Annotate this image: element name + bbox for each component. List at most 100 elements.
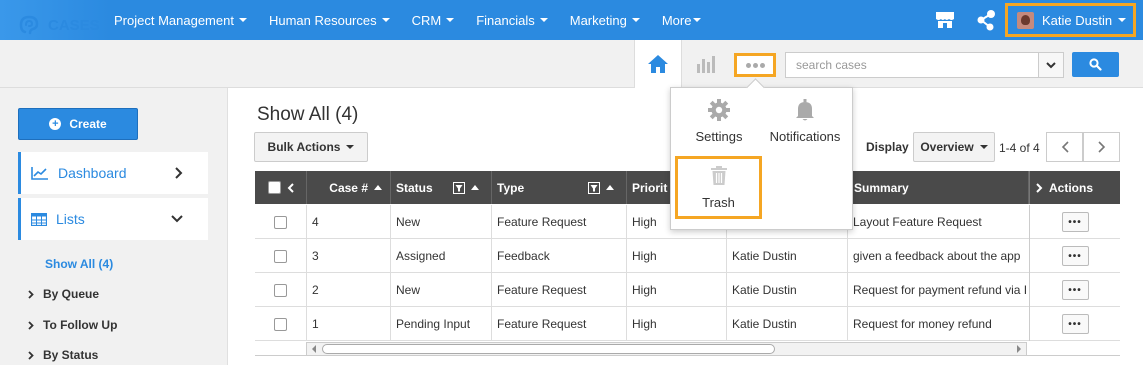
home-icon — [648, 55, 668, 73]
bell-icon — [796, 99, 814, 121]
avatar — [1017, 11, 1034, 29]
row-checkbox[interactable] — [274, 249, 287, 263]
plus-icon: + — [49, 118, 62, 130]
sidebar-item-by-status[interactable]: By Status — [28, 348, 98, 362]
chevron-right-icon — [1097, 141, 1105, 153]
case-status: Assigned — [391, 239, 492, 273]
case-summary[interactable]: Layout Feature Request — [848, 205, 1029, 239]
scroll-left-icon[interactable] — [311, 345, 317, 353]
sidebar-item-show-all[interactable]: Show All (4) — [45, 257, 113, 271]
chevron-down-icon — [1046, 61, 1056, 68]
column-case-number[interactable]: Case # — [307, 171, 391, 204]
case-type: Feedback — [492, 239, 627, 273]
search-input[interactable] — [785, 52, 1039, 78]
row-actions-button[interactable]: ••• — [1061, 314, 1089, 334]
chevron-down-icon — [693, 18, 702, 22]
nav-more[interactable]: More — [651, 13, 713, 28]
case-number[interactable]: 1 — [307, 307, 391, 341]
nav-marketing[interactable]: Marketing — [559, 13, 651, 28]
row-checkbox[interactable] — [274, 283, 287, 297]
table-row[interactable]: 1 Pending Input Feature Request High Kat… — [255, 307, 1120, 341]
menu-item-settings[interactable]: Settings — [696, 98, 743, 144]
bulk-actions-button[interactable]: Bulk Actions — [254, 132, 368, 162]
nav-financials[interactable]: Financials — [465, 13, 559, 28]
sidebar-item-by-queue[interactable]: By Queue — [28, 287, 99, 301]
filter-icon[interactable] — [588, 181, 601, 194]
menu-item-notifications[interactable]: Notifications — [768, 98, 842, 144]
case-number[interactable]: 3 — [307, 239, 391, 273]
connections-icon[interactable] — [976, 9, 996, 31]
user-menu[interactable]: Katie Dustin — [1005, 3, 1136, 37]
table-row[interactable]: 2 New Feature Request High Katie Dustin … — [255, 273, 1120, 307]
case-status: Pending Input — [391, 307, 492, 341]
row-checkbox[interactable] — [274, 215, 287, 229]
case-summary[interactable]: given a feedback about the app — [848, 239, 1029, 273]
trash-icon — [710, 165, 727, 185]
chevron-down-icon — [346, 145, 355, 149]
search-button[interactable] — [1072, 52, 1119, 77]
column-summary[interactable]: Summary — [848, 171, 1029, 204]
sort-up-icon — [374, 185, 382, 190]
row-actions-button[interactable]: ••• — [1061, 280, 1089, 300]
row-checkbox[interactable] — [274, 317, 287, 331]
more-options-button[interactable] — [734, 53, 776, 77]
nav-project-management[interactable]: Project Management — [103, 13, 258, 28]
line-chart-icon — [31, 167, 48, 180]
store-icon[interactable] — [935, 11, 955, 29]
chevron-down-icon — [631, 18, 640, 22]
select-all-checkbox[interactable] — [267, 181, 281, 194]
main-nav: Project Management Human Resources CRM F… — [103, 0, 712, 40]
module-title: CASES — [18, 14, 100, 36]
divider — [255, 355, 1120, 356]
chevron-down-icon — [1118, 18, 1127, 22]
filter-icon[interactable] — [452, 181, 465, 194]
chevron-down-icon — [171, 215, 183, 223]
chevron-right-icon[interactable] — [1036, 182, 1043, 193]
menu-item-trash[interactable]: Trash — [675, 156, 762, 219]
gear-icon — [708, 99, 730, 121]
chevron-left-icon[interactable] — [287, 182, 294, 193]
more-options-menu: Settings Notifications Trash — [670, 87, 853, 230]
sidebar-item-to-follow-up[interactable]: To Follow Up — [28, 318, 117, 332]
case-assigned: Katie Dustin — [727, 239, 848, 273]
case-status: New — [391, 273, 492, 307]
display-select[interactable]: Overview — [913, 132, 995, 162]
sidebar-item-lists[interactable]: Lists — [18, 198, 208, 240]
case-summary[interactable]: Request for money refund — [848, 307, 1029, 341]
chevron-right-icon — [28, 289, 34, 299]
case-type: Feature Request — [492, 205, 627, 239]
search-filter-dropdown[interactable] — [1039, 52, 1064, 78]
top-navigation-bar: Project Management Human Resources CRM F… — [0, 0, 1143, 40]
table-row[interactable]: 3 Assigned Feedback High Katie Dustin gi… — [255, 239, 1120, 273]
row-actions-button[interactable]: ••• — [1061, 212, 1089, 232]
case-assigned: Katie Dustin — [727, 273, 848, 307]
select-all-column — [255, 171, 307, 204]
scrollbar-thumb[interactable] — [322, 344, 775, 354]
scroll-right-icon[interactable] — [1016, 345, 1022, 353]
column-type[interactable]: Type — [492, 171, 627, 204]
case-priority: High — [627, 239, 727, 273]
chevron-down-icon — [979, 145, 988, 149]
previous-page-button[interactable] — [1046, 132, 1083, 162]
case-summary[interactable]: Request for payment refund via I — [848, 273, 1029, 307]
row-actions-button[interactable]: ••• — [1061, 246, 1089, 266]
sort-up-icon — [606, 185, 615, 190]
bar-chart-icon — [696, 56, 715, 73]
chevron-down-icon — [238, 18, 247, 22]
search-icon — [1089, 58, 1102, 71]
case-type: Feature Request — [492, 307, 627, 341]
reports-tab[interactable] — [683, 40, 728, 88]
horizontal-scrollbar[interactable] — [306, 342, 1027, 356]
chevron-down-icon — [539, 18, 548, 22]
case-number[interactable]: 2 — [307, 273, 391, 307]
nav-crm[interactable]: CRM — [401, 13, 466, 28]
home-tab[interactable] — [634, 40, 682, 88]
chevron-down-icon — [381, 18, 390, 22]
column-status[interactable]: Status — [391, 171, 492, 204]
sidebar-item-dashboard[interactable]: Dashboard — [18, 152, 208, 194]
next-page-button[interactable] — [1083, 132, 1120, 162]
case-priority: High — [627, 273, 727, 307]
nav-human-resources[interactable]: Human Resources — [258, 13, 401, 28]
create-button[interactable]: + Create — [18, 108, 138, 140]
case-number[interactable]: 4 — [307, 205, 391, 239]
